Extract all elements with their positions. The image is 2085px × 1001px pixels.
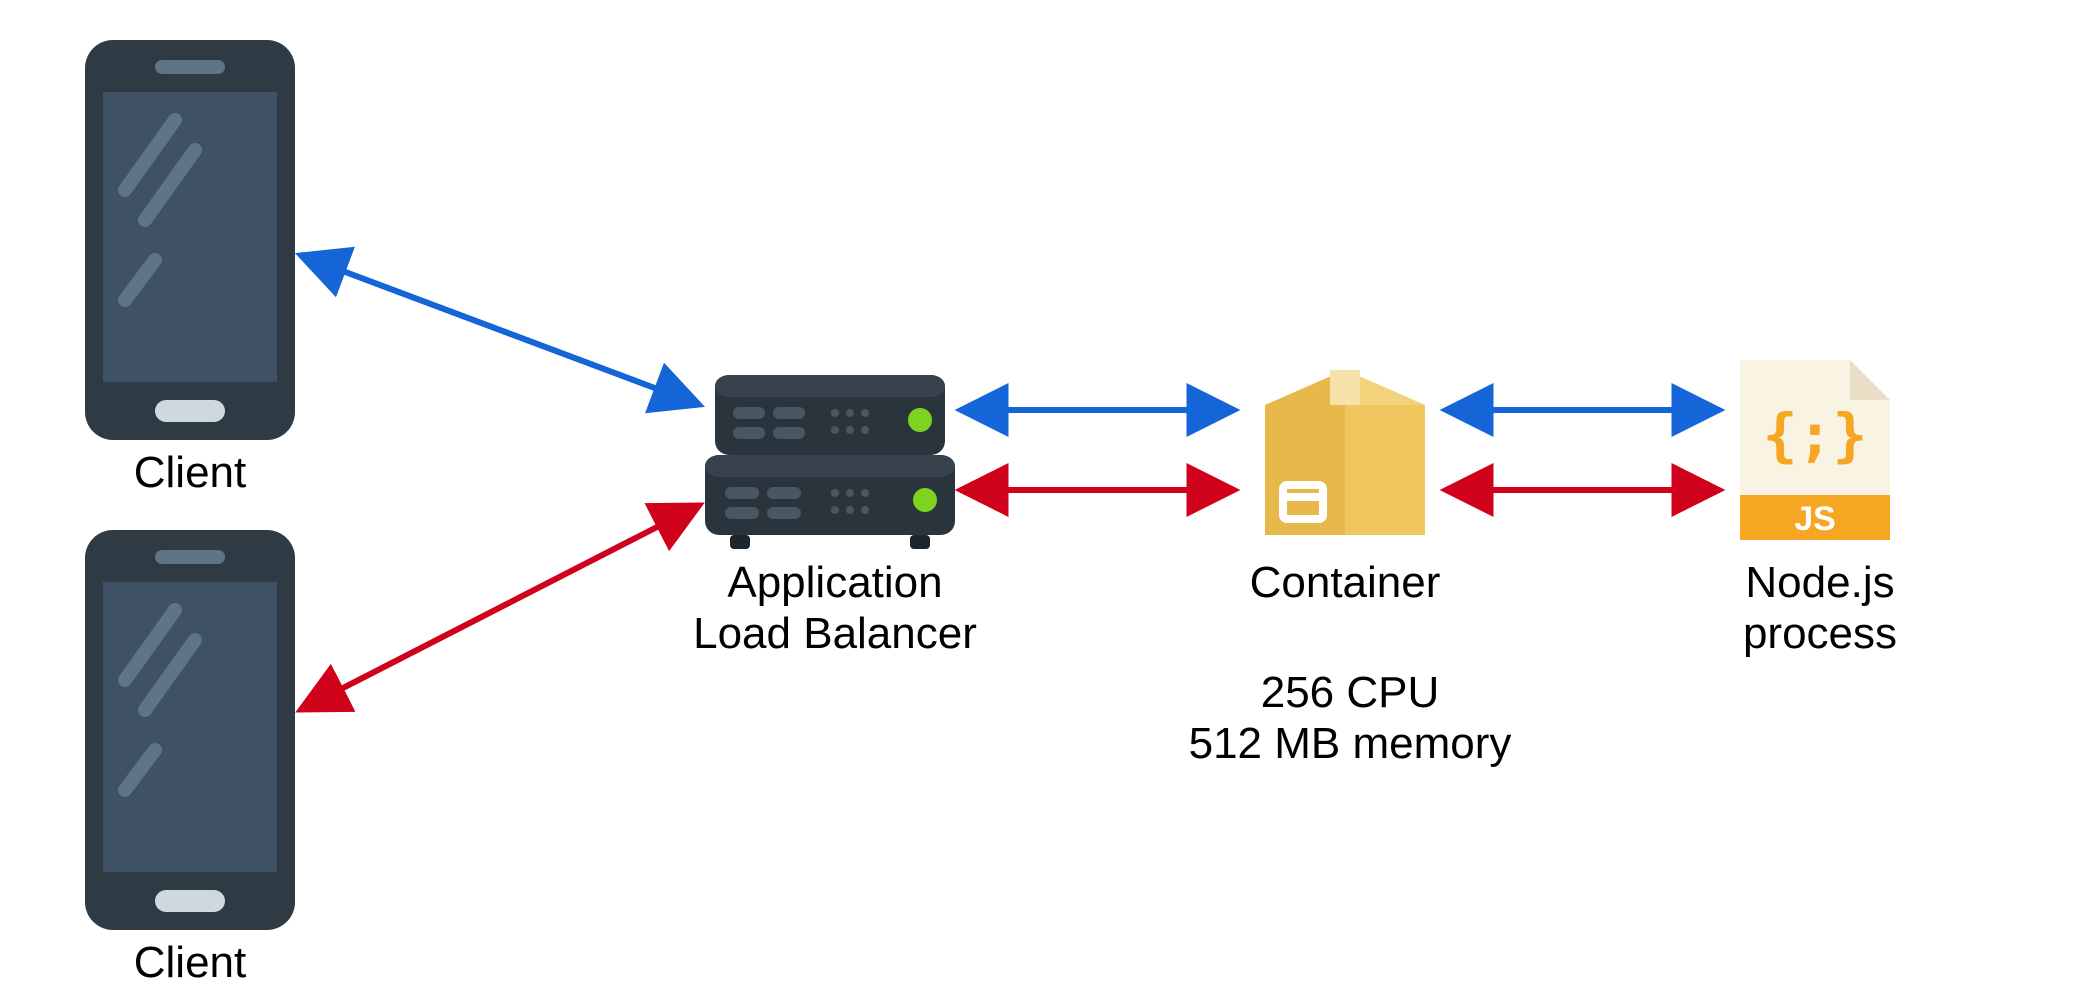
client-top-label: Client (90, 448, 290, 499)
nodejs-file-icon: {;} JS (1740, 360, 1890, 540)
nodejs-label: Node.js process (1720, 558, 1920, 659)
load-balancer-icon (705, 375, 955, 549)
js-badge-text: JS (1794, 500, 1836, 538)
arrow-client-top-to-lb (300, 255, 700, 405)
client-bottom-label: Client (90, 938, 290, 989)
client-phone-bottom-icon (85, 530, 295, 930)
arrow-client-bottom-to-lb (300, 505, 700, 710)
client-phone-top-icon (85, 40, 295, 440)
architecture-diagram: {;} JS (0, 0, 2085, 1001)
connectors (300, 255, 1720, 710)
load-balancer-label: Application Load Balancer (665, 558, 1005, 659)
container-box-icon (1265, 370, 1425, 535)
container-spec-label: 256 CPU 512 MB memory (1160, 668, 1540, 769)
svg-text:{;}: {;} (1763, 401, 1868, 469)
container-label: Container (1220, 558, 1470, 609)
